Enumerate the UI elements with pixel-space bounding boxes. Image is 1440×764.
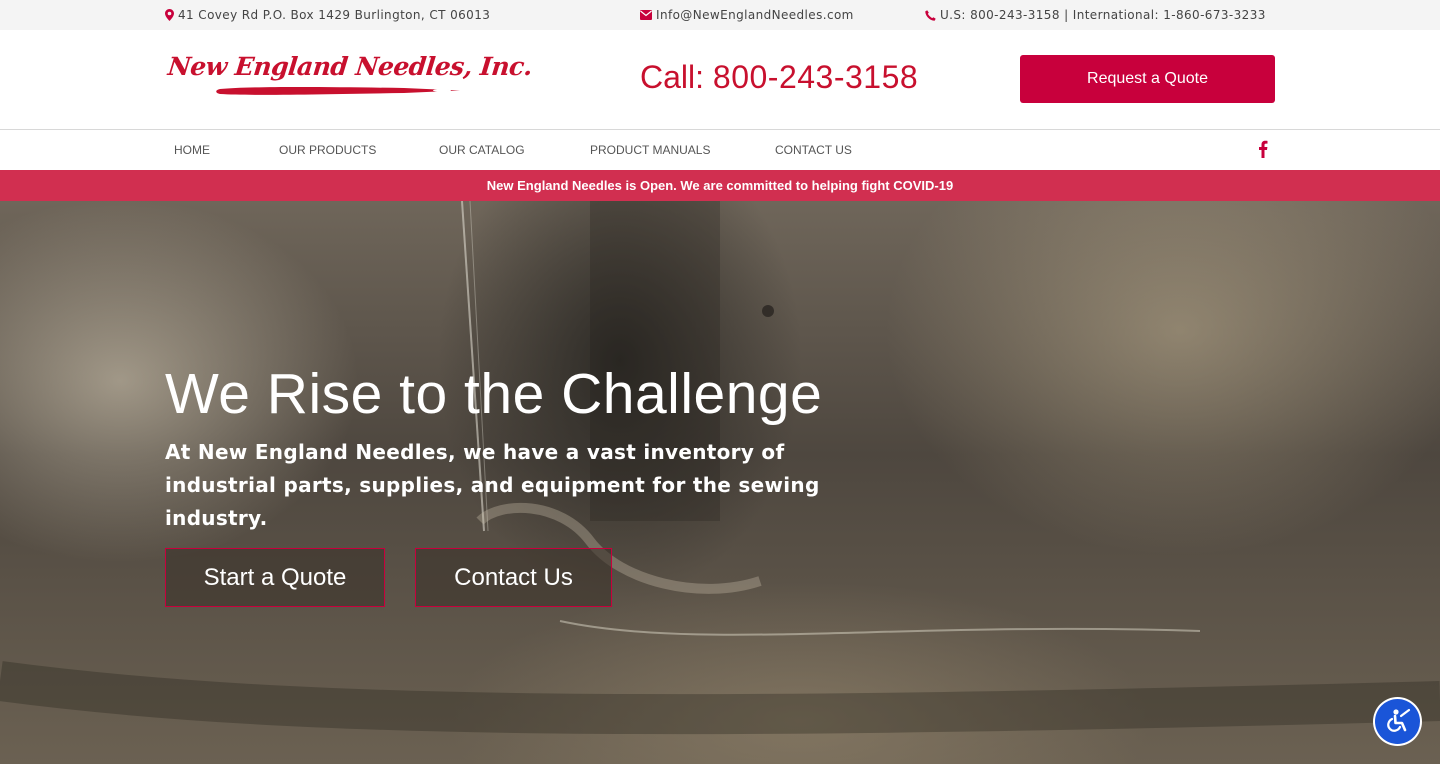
hero-title: We Rise to the Challenge <box>165 362 823 426</box>
email-link[interactable]: Info@NewEnglandNeedles.com <box>656 8 854 22</box>
map-marker-icon <box>165 9 174 21</box>
nav-item-our-products[interactable]: OUR PRODUCTS <box>279 143 376 157</box>
envelope-icon <box>640 10 652 20</box>
site-logo[interactable]: New England Needles, Inc. <box>166 52 534 104</box>
call-phone[interactable]: 800-243-3158 <box>713 59 918 95</box>
address-text: 41 Covey Rd P.O. Box 1429 Burlington, CT… <box>178 8 491 22</box>
phone-text[interactable]: U.S: 800-243-3158 | International: 1-860… <box>940 8 1266 22</box>
start-quote-button[interactable]: Start a Quote <box>165 548 385 607</box>
address-info: 41 Covey Rd P.O. Box 1429 Burlington, CT… <box>165 8 490 22</box>
needle-logo-graphic <box>216 87 460 95</box>
accessibility-icon <box>1386 708 1410 732</box>
main-nav: HOME OUR PRODUCTS OUR CATALOG PRODUCT MA… <box>0 130 1440 170</box>
phone-icon <box>925 9 936 21</box>
nav-item-product-manuals[interactable]: PRODUCT MANUALS <box>590 143 710 157</box>
hero-section: We Rise to the Challenge At New England … <box>0 201 1440 764</box>
call-label: Call: <box>640 59 705 95</box>
accessibility-button[interactable] <box>1375 699 1420 744</box>
covid-banner: New England Needles is Open. We are comm… <box>0 170 1440 201</box>
call-number[interactable]: Call: 800-243-3158 <box>640 59 918 96</box>
logo-text: New England Needles, Inc. <box>166 52 534 81</box>
nav-item-contact-us[interactable]: CONTACT US <box>775 143 852 157</box>
facebook-icon[interactable] <box>1258 140 1268 163</box>
contact-us-button[interactable]: Contact Us <box>415 548 612 607</box>
email-info[interactable]: Info@NewEnglandNeedles.com <box>640 8 854 22</box>
site-header: New England Needles, Inc. Call: 800-243-… <box>0 30 1440 130</box>
top-info-bar: 41 Covey Rd P.O. Box 1429 Burlington, CT… <box>0 0 1440 30</box>
covid-banner-text: New England Needles is Open. We are comm… <box>486 178 954 193</box>
hero-subtitle: At New England Needles, we have a vast i… <box>165 440 820 530</box>
nav-item-home[interactable]: HOME <box>174 143 210 157</box>
phone-info[interactable]: U.S: 800-243-3158 | International: 1-860… <box>925 8 1266 22</box>
nav-item-our-catalog[interactable]: OUR CATALOG <box>439 143 525 157</box>
request-quote-button[interactable]: Request a Quote <box>1020 55 1275 103</box>
